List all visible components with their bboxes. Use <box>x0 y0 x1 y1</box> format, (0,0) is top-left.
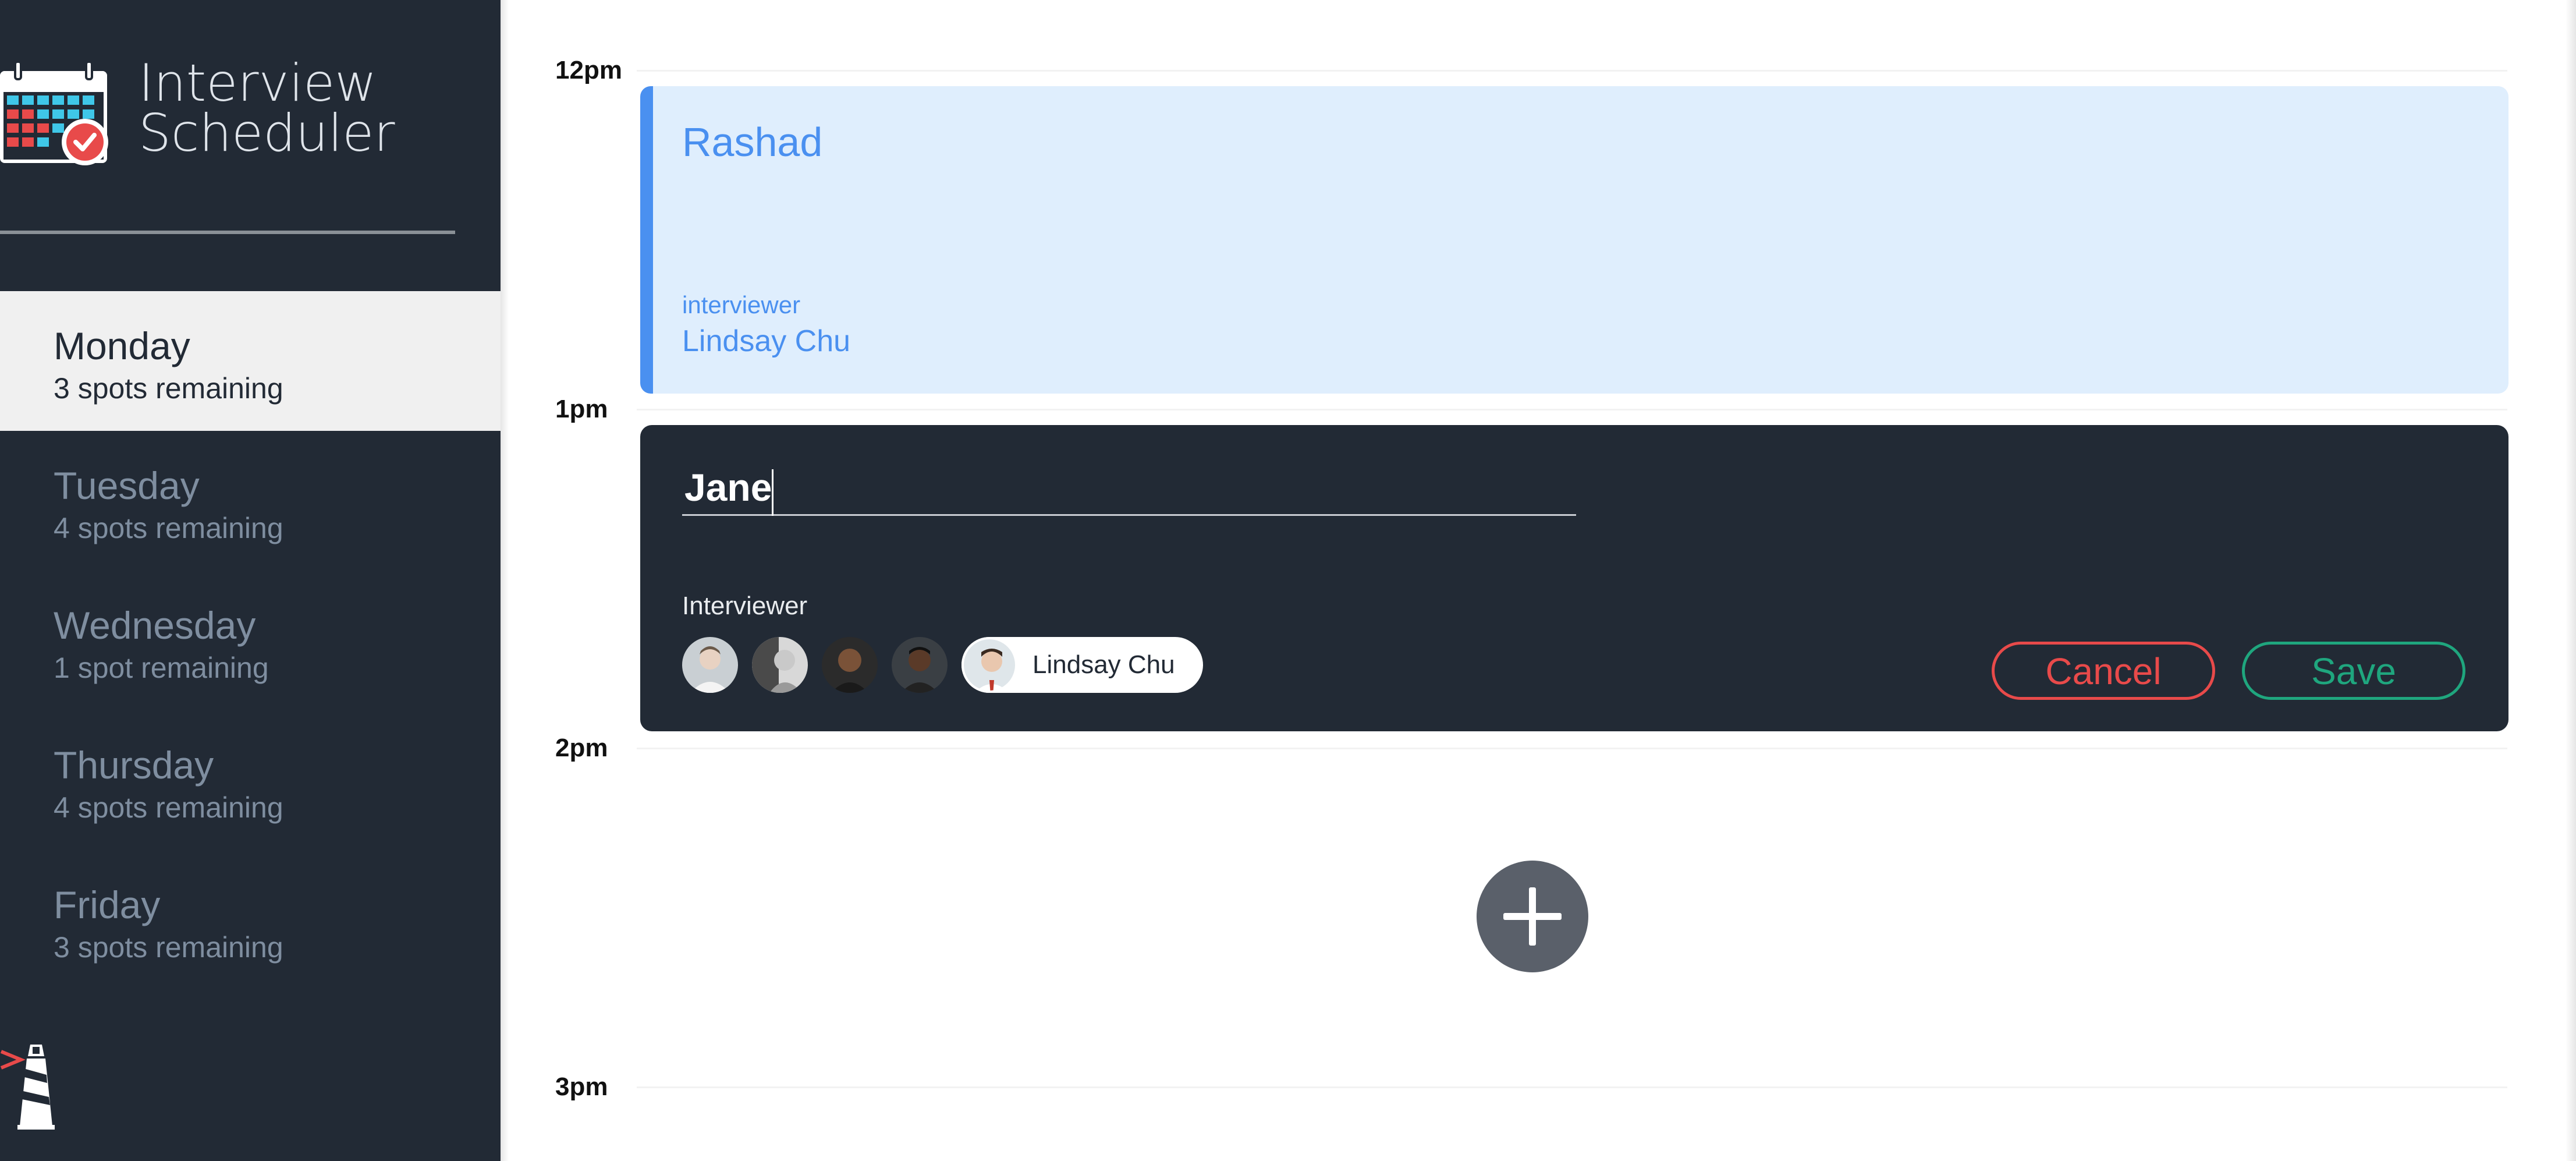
sidebar-divider <box>0 231 455 234</box>
selected-interviewer[interactable]: Lindsay Chu <box>961 637 1203 693</box>
interviewer-list: Lindsay Chu <box>682 637 1203 693</box>
day-item-thursday[interactable]: Thursday 4 spots remaining <box>0 710 501 850</box>
appointment-interviewer-name: Lindsay Chu <box>682 324 851 358</box>
day-item-friday[interactable]: Friday 3 spots remaining <box>0 850 501 990</box>
day-name: Thursday <box>54 744 214 787</box>
interviewer-avatar <box>961 637 1017 693</box>
cancel-button[interactable]: Cancel <box>1992 642 2215 700</box>
day-item-wednesday[interactable]: Wednesday 1 spot remaining <box>0 571 501 710</box>
time-divider <box>637 70 2507 72</box>
interviewer-avatar[interactable] <box>682 637 738 693</box>
appointment-form: Interviewer <box>640 425 2508 731</box>
selected-interviewer-name: Lindsay Chu <box>1032 650 1175 679</box>
text-caret <box>772 469 773 516</box>
time-divider <box>637 409 2507 410</box>
interviewer-list-label: Interviewer <box>682 592 808 620</box>
sidebar-shadow <box>501 0 509 1161</box>
app-title-line2: Scheduler <box>139 103 395 163</box>
day-spots: 4 spots remaining <box>54 512 283 544</box>
scrollbar[interactable] <box>2566 0 2576 1161</box>
day-name: Monday <box>54 324 190 367</box>
avatar-image <box>682 637 738 693</box>
day-spots: 1 spot remaining <box>54 652 269 684</box>
avatar-image <box>892 637 948 693</box>
day-item-tuesday[interactable]: Tuesday 4 spots remaining <box>0 431 501 571</box>
add-appointment-button[interactable] <box>1477 861 1588 972</box>
appointment-student: Rashad <box>682 119 823 165</box>
save-button[interactable]: Save <box>2242 642 2465 700</box>
student-name-input[interactable] <box>682 460 1576 516</box>
time-label-12pm: 12pm <box>555 56 622 84</box>
app-root: Interview Scheduler Monday 3 spots remai… <box>0 0 2576 1161</box>
time-label-3pm: 3pm <box>555 1072 608 1101</box>
time-label-1pm: 1pm <box>555 395 608 423</box>
time-label-2pm: 2pm <box>555 734 608 762</box>
day-name: Friday <box>54 883 161 926</box>
appointment-interviewer-label: interviewer <box>682 291 801 318</box>
interviewer-avatar[interactable] <box>822 637 878 693</box>
avatar-image <box>752 637 808 693</box>
time-divider <box>637 1086 2507 1088</box>
avatar-image <box>964 639 1015 691</box>
app-title: Interview Scheduler <box>139 53 395 163</box>
day-spots: 3 spots remaining <box>54 372 283 405</box>
day-spots: 3 spots remaining <box>54 931 283 964</box>
day-name: Tuesday <box>54 464 200 507</box>
plus-icon <box>1503 887 1562 946</box>
sidebar: Interview Scheduler Monday 3 spots remai… <box>0 0 501 1161</box>
calendar-check-icon <box>0 61 108 165</box>
avatar-image <box>822 637 878 693</box>
lighthouse-icon <box>0 1045 55 1130</box>
app-title-line1: Interview <box>139 53 377 113</box>
interviewer-avatar[interactable] <box>892 637 948 693</box>
appointment-card[interactable]: Rashad interviewer Lindsay Chu <box>640 86 2508 394</box>
interviewer-avatar[interactable] <box>752 637 808 693</box>
day-spots: 4 spots remaining <box>54 791 283 824</box>
day-name: Wednesday <box>54 604 256 647</box>
day-item-monday[interactable]: Monday 3 spots remaining <box>0 291 501 431</box>
time-divider <box>637 748 2507 749</box>
